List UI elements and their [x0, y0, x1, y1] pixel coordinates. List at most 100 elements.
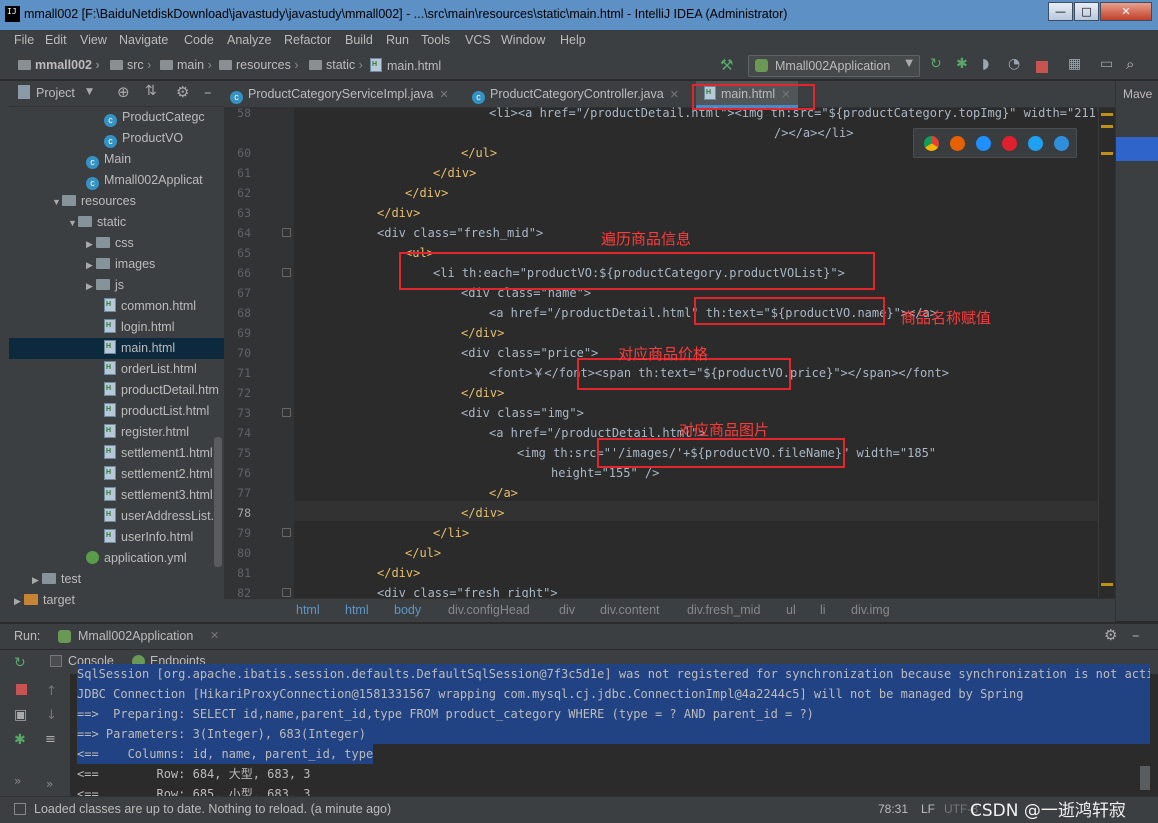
coverage-icon[interactable]: ◗	[982, 56, 998, 72]
menu-view[interactable]: View	[80, 33, 107, 47]
tree-item-resources[interactable]: ▼ resources	[52, 191, 136, 212]
minimize-button[interactable]: —	[1048, 2, 1073, 21]
close-icon[interactable]: ✕	[210, 629, 219, 642]
tree-item-productvo[interactable]: c ProductVO	[104, 128, 183, 149]
tree-item-settlement3-html[interactable]: settlement3.html	[104, 485, 213, 506]
tree-item-useraddresslist-html[interactable]: userAddressList.h	[104, 506, 221, 527]
terminal-icon[interactable]: ▭	[1100, 56, 1116, 72]
error-stripe[interactable]	[1098, 108, 1115, 598]
tree-item-common-html[interactable]: common.html	[104, 296, 196, 317]
camera-icon[interactable]: ▣	[14, 707, 27, 723]
menu-vcs[interactable]: VCS	[465, 33, 491, 47]
tree-item-settlement2-html[interactable]: settlement2.html	[104, 464, 213, 485]
menu-run[interactable]: Run	[386, 33, 409, 47]
tree-item-productcategoryvo[interactable]: c ProductCategc	[104, 107, 205, 128]
fold-icon[interactable]	[282, 528, 291, 537]
run-config-select[interactable]: Mmall002Application ▼	[748, 55, 920, 77]
console-scrollbar[interactable]	[1140, 766, 1150, 790]
debug-icon[interactable]: ✱	[956, 56, 972, 72]
nav-file[interactable]: main.html	[370, 58, 441, 73]
rerun-icon[interactable]: ↻	[14, 655, 26, 671]
maximize-button[interactable]: □	[1074, 2, 1099, 21]
tree-item-css[interactable]: ▶ css	[86, 233, 134, 254]
status-icon[interactable]	[14, 803, 26, 815]
build-hammer-icon[interactable]: ⚒	[720, 56, 736, 74]
menu-build[interactable]: Build	[345, 33, 373, 47]
tree-item-settlement1-html[interactable]: settlement1.html	[104, 443, 213, 464]
tree-item-images[interactable]: ▶ images	[86, 254, 155, 275]
tab-productcategoryserviceimpl[interactable]: c ProductCategoryServiceImpl.java ✕	[230, 81, 449, 108]
maven-tool-tab[interactable]: Mave	[1123, 87, 1152, 101]
fold-icon[interactable]	[282, 408, 291, 417]
tree-item-main-html[interactable]: main.html	[9, 338, 224, 359]
menu-code[interactable]: Code	[184, 33, 214, 47]
breadcrumb-item[interactable]: li	[820, 603, 826, 617]
hide-icon[interactable]: –	[1132, 626, 1140, 644]
menu-navigate[interactable]: Navigate	[119, 33, 168, 47]
tree-scrollbar[interactable]	[214, 437, 222, 567]
opera-icon[interactable]	[1002, 136, 1017, 151]
tree-item-target[interactable]: ▶ target	[14, 590, 75, 611]
breadcrumb-item[interactable]: div.fresh_mid	[687, 603, 760, 617]
tree-item-productlist-html[interactable]: productList.html	[104, 401, 209, 422]
stop-icon[interactable]	[16, 684, 27, 695]
more-icon[interactable]: »	[46, 777, 53, 791]
breadcrumb-item[interactable]: body	[394, 603, 421, 617]
tree-item-register-html[interactable]: register.html	[104, 422, 189, 443]
breadcrumb-item[interactable]: html	[296, 603, 320, 617]
tree-item-mmall002application[interactable]: c Mmall002Applicat	[86, 170, 203, 191]
up-arrow-icon[interactable]: ↑	[46, 684, 57, 699]
stop-icon[interactable]	[1036, 61, 1048, 73]
breadcrumb-item[interactable]: div	[559, 603, 575, 617]
menu-analyze[interactable]: Analyze	[227, 33, 271, 47]
line-separator[interactable]: LF	[921, 802, 935, 816]
warning-marker[interactable]	[1101, 113, 1113, 116]
close-button[interactable]: ✕	[1100, 2, 1152, 21]
gear-icon[interactable]: ⚙	[176, 83, 189, 101]
safari-icon[interactable]	[976, 136, 991, 151]
nav-static[interactable]: static ›	[309, 58, 363, 72]
tree-item-js[interactable]: ▶ js	[86, 275, 124, 296]
tree-item-application-yml[interactable]: application.yml	[86, 548, 187, 569]
chevron-down-icon[interactable]: ▼	[86, 87, 93, 97]
menu-refactor[interactable]: Refactor	[284, 33, 331, 47]
profile-icon[interactable]: ◔	[1008, 56, 1024, 72]
menu-edit[interactable]: Edit	[45, 33, 67, 47]
caret-position[interactable]: 78:31	[878, 802, 908, 816]
fold-icon[interactable]	[282, 588, 291, 597]
locate-icon[interactable]: ⊕	[117, 83, 130, 101]
menu-window[interactable]: Window	[501, 33, 545, 47]
down-arrow-icon[interactable]: ↓	[46, 708, 57, 723]
rerun-icon[interactable]: ↻	[930, 56, 946, 72]
menu-help[interactable]: Help	[560, 33, 586, 47]
search-icon[interactable]: ⌕	[1126, 55, 1142, 73]
close-icon[interactable]: ✕	[670, 89, 679, 101]
project-view-select[interactable]: Project	[36, 86, 75, 100]
fold-icon[interactable]	[282, 228, 291, 237]
run-config-tab[interactable]: Mmall002Application	[78, 629, 193, 643]
nav-resources[interactable]: resources ›	[219, 58, 299, 72]
debug-icon[interactable]: ✱	[14, 732, 26, 748]
tree-item-orderlist-html[interactable]: orderList.html	[104, 359, 197, 380]
more-icon[interactable]: »	[14, 774, 21, 788]
ie-icon[interactable]	[1028, 136, 1043, 151]
breadcrumb-item[interactable]: div.img	[851, 603, 890, 617]
tree-item-productdetail-html[interactable]: productDetail.htm	[104, 380, 219, 401]
warning-marker[interactable]	[1101, 583, 1113, 586]
tree-item-main[interactable]: c Main	[86, 149, 131, 170]
collapse-all-icon[interactable]: ⇅	[145, 83, 157, 99]
breadcrumb-item[interactable]: div.content	[600, 603, 660, 617]
warning-marker[interactable]	[1101, 125, 1113, 128]
gear-icon[interactable]: ⚙	[1104, 626, 1117, 644]
close-icon[interactable]: ✕	[440, 89, 449, 101]
tree-item-userinfo-html[interactable]: userInfo.html	[104, 527, 193, 548]
tree-item-test[interactable]: ▶ test	[32, 569, 81, 590]
chrome-icon[interactable]	[924, 136, 939, 151]
tree-item-login-html[interactable]: login.html	[104, 317, 175, 338]
soft-wrap-icon[interactable]: ≡	[45, 732, 56, 747]
firefox-icon[interactable]	[950, 136, 965, 151]
hide-icon[interactable]: –	[204, 83, 212, 101]
edge-icon[interactable]	[1054, 136, 1069, 151]
nav-src[interactable]: src ›	[110, 58, 151, 72]
breadcrumb-item[interactable]: html	[345, 603, 369, 617]
